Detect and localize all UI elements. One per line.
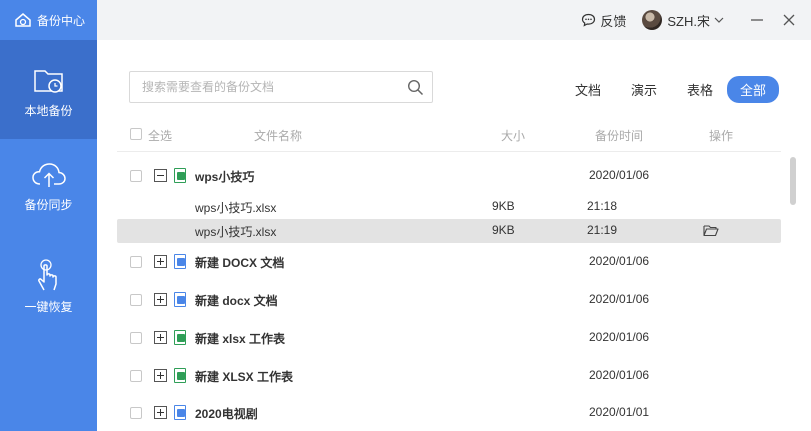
collapse-toggle[interactable] [154,169,167,182]
spreadsheet-file-icon [174,168,186,183]
table-row[interactable]: 新建 xlsx 工作表 2020/01/06 [117,326,781,350]
header-size: 大小 [501,129,526,143]
sidebar-item-one-click-restore[interactable]: 一键恢复 [0,258,97,338]
username: SZH.宋 [667,13,710,29]
chevron-down-icon [714,17,724,23]
sidebar-item-label: 本地备份 [24,104,73,118]
group-date: 2020/01/06 [589,368,650,382]
minimize-button[interactable] [741,0,773,40]
hand-touch-icon [37,259,57,291]
table-row[interactable]: 2020电视剧 2020/01/01 [117,401,781,425]
header-select-all: 全选 [148,129,173,143]
expand-toggle[interactable] [154,406,167,419]
file-time: 21:19 [587,223,618,237]
type-filter: 文档 演示 表格 全部 [545,76,779,103]
filter-documents[interactable]: 文档 [575,80,601,99]
sidebar-item-label: 备份同步 [24,198,73,212]
spreadsheet-file-icon [174,330,186,345]
app-logo-icon [15,13,31,27]
spreadsheet-file-icon [174,368,186,383]
header-file-name: 文件名称 [254,129,303,143]
expand-toggle[interactable] [154,293,167,306]
close-button[interactable] [773,0,805,40]
file-version-row[interactable]: wps小技巧.xlsx 9KB 21:18 [117,195,781,219]
group-name: 新建 XLSX 工作表 [195,370,294,384]
document-file-icon [174,405,186,420]
expand-toggle[interactable] [154,255,167,268]
row-checkbox[interactable] [130,170,142,182]
title-bar-actions: 反馈 SZH.宋 [581,0,811,40]
expand-toggle[interactable] [154,331,167,344]
cloud-upload-icon [31,163,66,187]
avatar [642,10,663,30]
filter-presentations[interactable]: 演示 [631,80,657,99]
document-file-icon [174,254,186,269]
table-row[interactable]: 新建 XLSX 工作表 2020/01/06 [117,364,781,388]
filter-spreadsheets[interactable]: 表格 [687,80,713,99]
row-checkbox[interactable] [130,370,142,382]
scrollbar-thumb[interactable] [790,157,796,205]
feedback-button[interactable]: 反馈 [581,11,626,30]
search-input[interactable] [130,72,400,102]
backup-center-window: 备份中心 反馈 SZH.宋 本地备份 备份同步 一键恢复 搜索需要查看的备份文档… [0,0,811,431]
table-row[interactable]: wps小技巧 2020/01/06 [117,164,781,188]
table-row[interactable]: 新建 docx 文档 2020/01/06 [117,288,781,312]
folder-clock-icon [33,70,63,93]
group-date: 2020/01/01 [589,405,650,419]
table-row[interactable]: 新建 DOCX 文档 2020/01/06 [117,250,781,274]
group-date: 2020/01/06 [589,168,650,182]
group-date: 2020/01/06 [589,254,650,268]
header-backup-time: 备份时间 [595,129,644,143]
open-folder-icon[interactable] [703,224,719,240]
group-name: wps小技巧 [195,170,255,184]
search-box [129,71,433,103]
chat-bubble-icon [582,13,596,27]
row-checkbox[interactable] [130,407,142,419]
header-action: 操作 [709,129,734,143]
minimize-icon [751,19,763,21]
expand-toggle[interactable] [154,369,167,382]
title-bar: 备份中心 反馈 SZH.宋 [0,0,811,40]
search-icon[interactable] [407,79,424,96]
sidebar-item-label: 一键恢复 [24,300,73,314]
file-name: wps小技巧.xlsx [195,225,277,239]
row-checkbox[interactable] [130,256,142,268]
file-time: 21:18 [587,199,618,213]
app-brand: 备份中心 [0,0,97,40]
feedback-label: 反馈 [600,13,627,29]
group-date: 2020/01/06 [589,330,650,344]
group-name: 新建 xlsx 工作表 [195,332,286,346]
file-name: wps小技巧.xlsx [195,201,277,215]
group-date: 2020/01/06 [589,292,650,306]
app-title: 备份中心 [37,13,86,28]
document-file-icon [174,292,186,307]
user-menu[interactable]: SZH.宋 [642,10,725,30]
group-name: 2020电视剧 [195,407,258,421]
table-header: 全选 文件名称 大小 备份时间 操作 [117,126,781,152]
filter-all[interactable]: 全部 [726,76,779,103]
row-checkbox[interactable] [130,332,142,344]
file-version-row[interactable]: wps小技巧.xlsx 9KB 21:19 [117,219,781,243]
file-size: 9KB [492,199,515,213]
row-checkbox[interactable] [130,294,142,306]
sidebar: 本地备份 备份同步 一键恢复 [0,40,97,431]
select-all-checkbox[interactable] [130,128,142,140]
file-size: 9KB [492,223,515,237]
sidebar-item-local-backup[interactable]: 本地备份 [0,40,97,139]
group-name: 新建 DOCX 文档 [195,256,285,270]
sidebar-item-backup-sync[interactable]: 备份同步 [0,160,97,240]
close-icon [783,14,795,26]
group-name: 新建 docx 文档 [195,294,278,308]
